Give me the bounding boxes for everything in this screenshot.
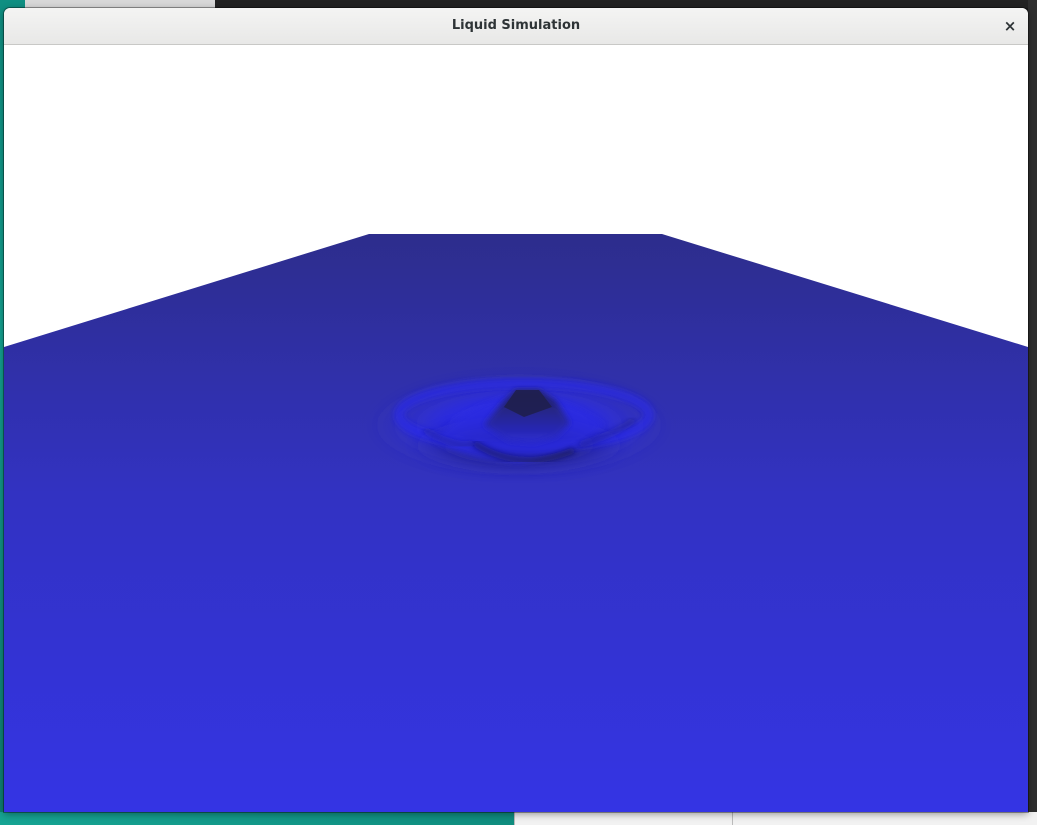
background-window-edge [25,0,215,8]
app-window: Liquid Simulation × [4,8,1028,812]
desktop-wallpaper-bottom [0,812,520,825]
background-window-top [215,0,1037,8]
close-icon: × [1003,17,1017,35]
window-title: Liquid Simulation [451,18,581,33]
close-button[interactable]: × [1000,16,1020,36]
desktop-background: Liquid Simulation × [0,0,1037,825]
simulation-viewport[interactable] [4,45,1028,812]
ripple-disturbance [369,373,669,477]
liquid-surface [4,234,1028,812]
liquid-scene[interactable] [4,45,1028,812]
background-divider [732,812,733,825]
background-window-bottom [514,812,1037,825]
titlebar[interactable]: Liquid Simulation × [4,8,1028,45]
background-window-right [1028,0,1037,825]
